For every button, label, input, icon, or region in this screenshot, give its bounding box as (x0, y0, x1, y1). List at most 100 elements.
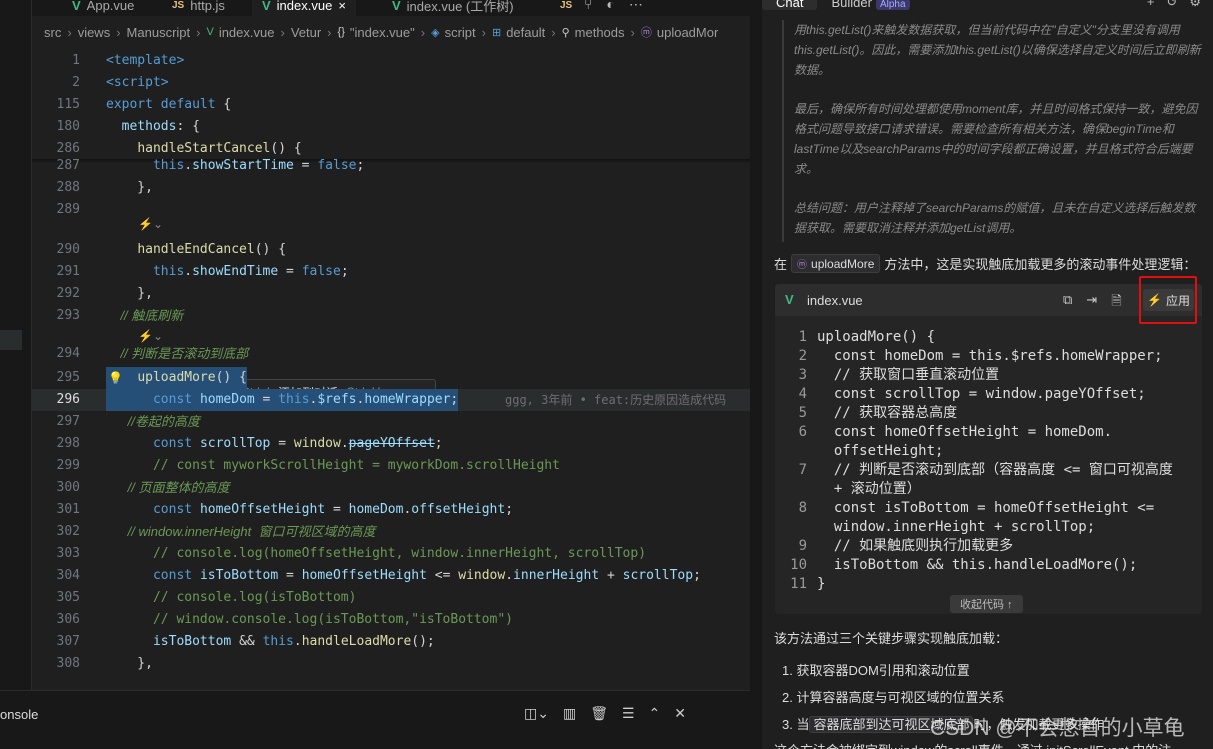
snippet-code: // 获取窗口垂直滚动位置 (817, 367, 1000, 383)
code-line[interactable]: 293 // 触底刷新 (32, 305, 750, 327)
code-line[interactable]: 115 export default { (32, 94, 750, 116)
close-icon[interactable]: ✕ (674, 705, 686, 722)
code-token: const (152, 568, 200, 583)
tab-overflow[interactable]: JS (550, 0, 582, 16)
line-number: 308 (56, 656, 80, 671)
snippet-line-number: 10 (790, 557, 807, 573)
code-line[interactable]: 287 this.showStartTime = false; (32, 155, 750, 177)
code-line[interactable]: 297 //卷起的高度 (32, 411, 750, 433)
tab-label: index.vue (工作树) (406, 0, 514, 14)
breadcrumb-item[interactable]: src (44, 25, 61, 40)
snippet-line-number: 3 (798, 367, 807, 383)
branch-icon[interactable]: ⑂ (584, 0, 592, 13)
code-line[interactable]: 291 this.showEndTime = false; (32, 261, 750, 283)
tab-app-vue[interactable]: V App.vue (62, 0, 144, 16)
code-line[interactable]: 305 // console.log(isToBottom) (32, 587, 750, 609)
code-token: handleStartCancel (137, 141, 271, 156)
breadcrumb-item[interactable]: Manuscript (127, 25, 191, 40)
code-line[interactable]: 306 // window.console.log(isToBottom,"is… (32, 609, 750, 631)
line-code: this.showStartTime = false; (106, 155, 364, 177)
code-line[interactable]: 290 handleEndCancel() { (32, 239, 750, 261)
line-number: 290 (56, 242, 80, 257)
code-line[interactable]: 296 const homeDom = this.$refs.homeWrapp… (32, 389, 750, 411)
code-token: //卷起的高度 (106, 414, 200, 429)
tab-builder[interactable]: Builder Alpha (817, 0, 923, 10)
line-code: // console.log(homeOffsetHeight, window.… (106, 543, 646, 565)
breadcrumb-item[interactable]: uploadMor (657, 25, 718, 40)
tab-index-vue-[interactable]: Vindex.vue (工作树) (382, 0, 524, 16)
breadcrumb-item[interactable]: Vetur (291, 25, 321, 40)
codelens-hint[interactable]: ⚡⌄ (138, 329, 163, 343)
settings-icon[interactable]: ⚙ (1189, 0, 1201, 10)
answer-step: 2. 计算容器高度与可视区域的位置关系 (782, 690, 1005, 705)
breadcrumb-item[interactable]: default (506, 25, 545, 40)
close-icon[interactable]: × (338, 0, 346, 13)
add-icon[interactable]: + (1147, 0, 1155, 10)
code-editor[interactable]: ✎ 编辑 Ctrl+I 添加到对话 Ctrl+U ⌟ 1<template>2<… (32, 46, 750, 686)
compare-icon[interactable]: ◐ (606, 0, 614, 13)
copy-icon[interactable]: ⧉ (1063, 292, 1072, 314)
line-code: // 判断是否滚动到底部 (106, 343, 248, 366)
line-number: 180 (56, 119, 80, 134)
code-token: = (325, 502, 349, 517)
breadcrumb-item[interactable]: script (445, 25, 476, 40)
layout-icon[interactable]: ▥ (563, 705, 576, 722)
method-icon: ⓜ (797, 260, 808, 271)
insert-icon[interactable]: ⇥ (1086, 292, 1097, 314)
code-line[interactable]: 307 isToBottom && this.handleLoadMore(); (32, 631, 750, 653)
lightbulb-icon[interactable]: 💡 (108, 367, 123, 389)
snippet-line-number: 2 (798, 348, 807, 364)
code-token: methods (121, 119, 177, 134)
breadcrumb-separator: › (116, 24, 121, 40)
new-file-icon[interactable]: 🗎 (1111, 292, 1121, 314)
chevron-up-icon[interactable]: ⌃ (649, 705, 661, 722)
vue-file-icon: V (392, 0, 401, 13)
code-token: showStartTime (192, 158, 294, 173)
code-token: . (184, 158, 193, 173)
line-number: 298 (56, 436, 80, 451)
breadcrumb-item[interactable]: "index.vue" (350, 25, 415, 40)
breadcrumb-item[interactable]: index.vue (219, 25, 275, 40)
code-line[interactable]: 308 }, (32, 653, 750, 675)
code-token: window (458, 568, 506, 583)
code-line[interactable]: 304 const isToBottom = homeOffsetHeight … (32, 565, 750, 587)
line-number: 294 (56, 346, 80, 361)
code-token: window (293, 436, 341, 451)
code-token: <= (426, 568, 459, 583)
code-line[interactable]: 302 // window.innerHeight 窗口可视区域的高度 (32, 521, 750, 543)
split-icon[interactable]: ◫⌄ (524, 705, 549, 722)
panel-divider[interactable] (750, 0, 762, 749)
code-card: V index.vue ⧉ ⇥ 🗎 ⚡ 应用 1 uploadMore() {2 … (775, 284, 1202, 614)
line-number: 303 (56, 546, 80, 561)
code-line[interactable]: 295 uploadMore() {💡 (32, 367, 750, 389)
line-code: const homeOffsetHeight = homeDom.offsetH… (106, 499, 513, 521)
code-line[interactable]: 292 }, (32, 283, 750, 305)
code-line[interactable]: 1 <template> (32, 50, 750, 72)
code-line[interactable]: 300 // 页面整体的高度 (32, 477, 750, 499)
breadcrumb-item[interactable]: views (78, 25, 111, 40)
settings-icon[interactable]: ☰ (622, 705, 635, 722)
method-chip[interactable]: ⓜ uploadMore (791, 254, 881, 273)
tab-index-vue[interactable]: Vindex.vue × (252, 0, 356, 16)
code-line[interactable]: 301 const homeOffsetHeight = homeDom.off… (32, 499, 750, 521)
tab-http-js[interactable]: JS http.js (162, 0, 235, 16)
code-line[interactable]: 2 <script> (32, 72, 750, 94)
collapse-code-button[interactable]: 收起代码 ↑ (950, 595, 1023, 613)
tab-chat[interactable]: Chat (762, 0, 818, 10)
code-line[interactable]: 288 }, (32, 177, 750, 199)
code-line[interactable]: 294 // 判断是否滚动到底部 (32, 343, 750, 365)
codelens-hint[interactable]: ⚡⌄ (138, 217, 163, 231)
js-file-icon[interactable]: JS (560, 0, 572, 11)
code-token: = (254, 392, 279, 407)
code-line[interactable]: 298 const scrollTop = window.pageYOffset… (32, 433, 750, 455)
code-token: // console.log(isToBottom) (106, 590, 357, 605)
history-icon[interactable]: ↺ (1166, 0, 1177, 10)
code-line[interactable]: 303 // console.log(homeOffsetHeight, win… (32, 543, 750, 565)
more-icon[interactable]: ⋯ (629, 0, 643, 13)
trash-icon[interactable]: 🗑 (590, 705, 608, 722)
code-line[interactable]: 180 methods: { (32, 116, 750, 138)
breadcrumb-item[interactable]: methods (575, 25, 625, 40)
code-token: <script> (106, 75, 169, 90)
code-line[interactable]: 299 // const myworkScrollHeight = mywork… (32, 455, 750, 477)
snippet-code: // 判断是否滚动到底部（容器高度 <= 窗口可视高度 + 滚动位置） (833, 462, 1173, 497)
